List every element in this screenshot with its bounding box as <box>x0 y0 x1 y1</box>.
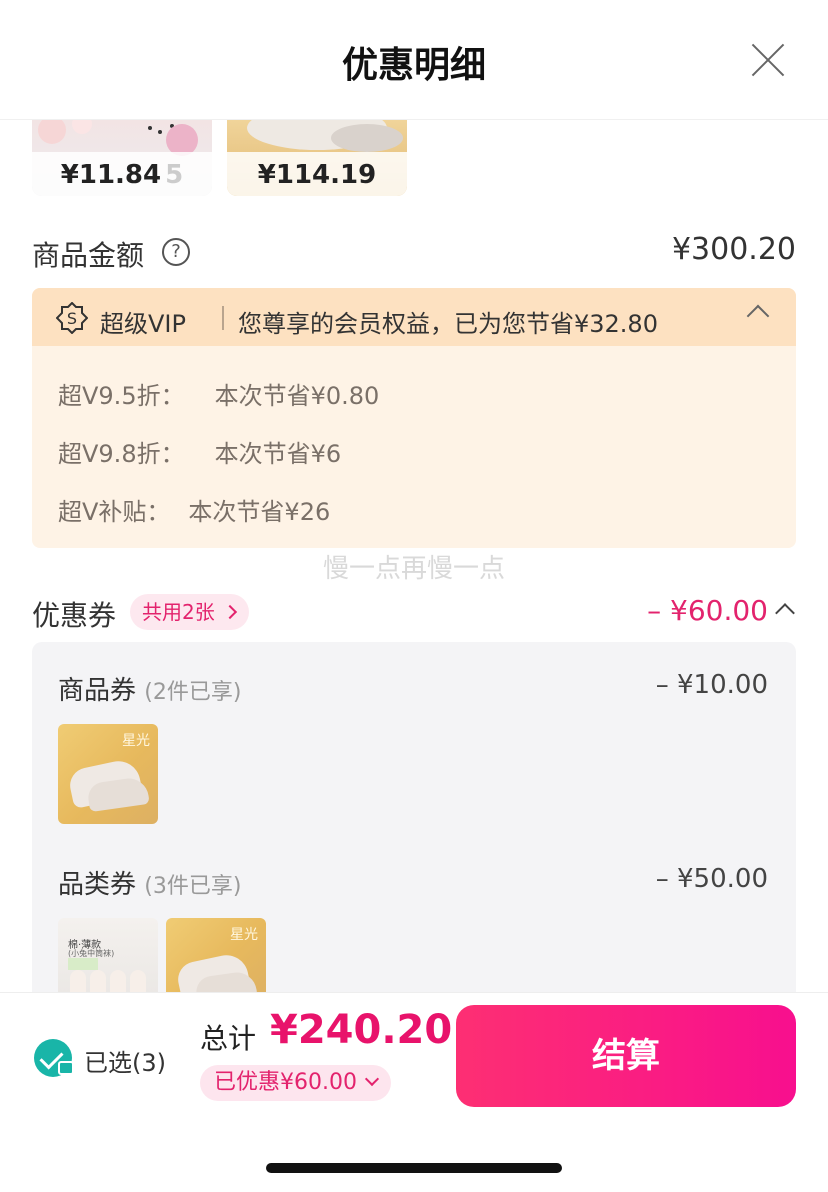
coupon-row: 优惠券 共用2张 – ¥60.00 <box>32 592 796 636</box>
vip-label: 超级VIP <box>100 310 186 338</box>
vip-divider <box>222 306 224 330</box>
selected-count: 已选(3) <box>84 1049 166 1077</box>
product-thumbnail[interactable]: 星光 <box>58 724 158 824</box>
coupon-group-value: – ¥50.00 <box>655 864 768 894</box>
product-amount-row: 商品金额 ? ¥300.20 <box>32 232 796 272</box>
vip-summary: 您尊享的会员权益，已为您节省¥32.80 <box>238 310 658 338</box>
checkout-footer: 已选(3) 总计 ¥240.20 已优惠¥60.00 结算 <box>0 992 828 1192</box>
vip-badge-icon: S <box>56 302 88 334</box>
home-indicator <box>266 1163 562 1173</box>
close-icon[interactable] <box>748 40 788 80</box>
product-thumbnail[interactable]: 棉·薄款 (小兔中筒袜) <box>58 918 158 1002</box>
vip-item-saving: 本次节省¥0.80 <box>214 382 380 410</box>
coupon-detail-box: 商品券 (2件已享) – ¥10.00 星光 品类券 (3件已享) – ¥50.… <box>32 642 796 1002</box>
product-thumbnail[interactable]: ¥11.84 5 <box>32 120 212 196</box>
coupon-group-label: 品类券 (3件已享) <box>58 870 242 900</box>
watermark-text: 慢一点再慢一点 <box>322 554 505 584</box>
vip-item-name: 超V9.5折： <box>58 382 185 410</box>
coupon-group-label: 商品券 (2件已享) <box>58 676 242 706</box>
coupon-count-pill[interactable]: 共用2张 <box>130 594 249 630</box>
svg-text:S: S <box>67 309 77 328</box>
vip-header[interactable]: S 超级VIP 您尊享的会员权益，已为您节省¥32.80 <box>32 288 796 346</box>
total-label: 总计 <box>200 1022 257 1055</box>
product-price: ¥11.84 5 <box>60 160 184 190</box>
vip-item-name: 超V9.8折： <box>58 440 185 468</box>
help-icon[interactable]: ? <box>162 238 190 266</box>
total-value: ¥240.20 <box>270 1007 453 1053</box>
chevron-right-icon <box>222 604 237 620</box>
vip-item-name: 超V补贴： <box>58 498 171 526</box>
vip-item: 超V9.8折： 本次节省¥6 <box>58 434 341 469</box>
page-header: 优惠明细 <box>0 0 828 120</box>
chevron-up-icon[interactable] <box>746 304 770 328</box>
chevron-down-icon <box>364 1071 380 1087</box>
product-thumbnail[interactable]: ¥114.19 <box>227 120 407 196</box>
chevron-up-icon[interactable] <box>775 603 795 623</box>
vip-item-saving: 本次节省¥6 <box>214 440 342 468</box>
vip-item: 超V9.5折： 本次节省¥0.80 <box>58 376 379 411</box>
product-thumbnail[interactable]: 星光 <box>166 918 266 1002</box>
product-price: ¥114.19 <box>257 160 377 190</box>
product-tag <box>68 958 98 970</box>
product-image-text: 星光 <box>122 733 150 749</box>
coupon-group-value: – ¥10.00 <box>655 670 768 700</box>
coupon-total-value: – ¥60.00 <box>647 594 768 627</box>
coupon-count-label: 共用2张 <box>142 600 215 624</box>
checkout-button[interactable]: 结算 <box>456 1005 796 1107</box>
vip-item: 超V补贴： 本次节省¥26 <box>58 492 330 527</box>
vip-benefits-panel: S 超级VIP 您尊享的会员权益，已为您节省¥32.80 超V9.5折： 本次节省… <box>32 288 796 548</box>
product-amount-label: 商品金额 <box>32 239 145 272</box>
saved-amount-pill[interactable]: 已优惠¥60.00 <box>200 1065 391 1101</box>
coupon-label: 优惠券 <box>32 599 117 632</box>
product-amount-value: ¥300.20 <box>671 232 796 267</box>
vip-item-saving: 本次节省¥26 <box>188 498 331 526</box>
page-title: 优惠明细 <box>341 45 486 86</box>
product-image-text: 星光 <box>230 927 258 943</box>
saved-amount-label: 已优惠¥60.00 <box>214 1070 357 1095</box>
lock-icon <box>58 1061 74 1075</box>
